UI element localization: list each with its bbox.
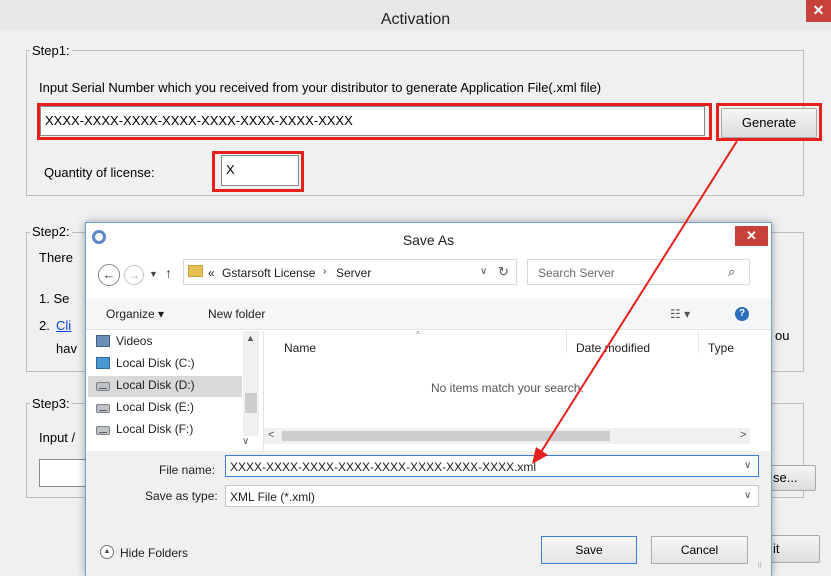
- command-bar: [86, 298, 771, 330]
- nav-item-local-disk-e[interactable]: Local Disk (E:): [116, 400, 194, 414]
- search-input[interactable]: Search Server: [538, 266, 615, 280]
- up-arrow-icon[interactable]: ↑: [165, 265, 172, 281]
- nav-item-local-disk-f[interactable]: Local Disk (F:): [116, 422, 193, 436]
- help-icon[interactable]: ?: [735, 307, 749, 321]
- breadcrumb-prefix: «: [208, 266, 215, 280]
- scroll-up-icon[interactable]: ▲: [246, 333, 255, 343]
- window-title: Activation: [380, 11, 451, 28]
- back-icon[interactable]: ←: [98, 264, 120, 286]
- address-dropdown-icon[interactable]: ∨: [480, 266, 487, 277]
- view-menu-button[interactable]: ☷ ▾: [670, 307, 690, 321]
- nav-item-videos[interactable]: Videos: [116, 334, 152, 348]
- new-folder-button[interactable]: New folder: [208, 307, 265, 321]
- hide-folders-button[interactable]: Hide Folders: [120, 546, 188, 560]
- nav-item-local-disk-d[interactable]: Local Disk (D:): [116, 378, 195, 392]
- file-name-label: File name:: [159, 463, 216, 477]
- file-list-hscrollbar[interactable]: < >: [264, 428, 750, 444]
- column-header-type[interactable]: Type: [708, 341, 734, 355]
- sort-arrow-icon: ^: [416, 330, 420, 339]
- scroll-left-icon[interactable]: <: [268, 429, 274, 441]
- drive-icon: [96, 426, 110, 435]
- step2-legend: Step2:: [30, 224, 72, 239]
- step2-item1: 1. Se: [39, 291, 70, 306]
- save-button[interactable]: Save: [541, 536, 637, 564]
- step2-text: There: [39, 250, 73, 265]
- step2-trailing-text: ou: [775, 328, 790, 343]
- folder-icon: [188, 265, 203, 277]
- exit-button[interactable]: it: [764, 535, 820, 563]
- generate-highlight-box: [716, 103, 822, 141]
- file-name-field[interactable]: XXXX-XXXX-XXXX-XXXX-XXXX-XXXX-XXXX-XXXX.…: [225, 455, 759, 477]
- system-disk-icon: [96, 357, 110, 369]
- window-close-button[interactable]: ✕: [806, 0, 831, 22]
- column-separator: [566, 331, 567, 353]
- save-as-type-select[interactable]: XML File (*.xml) ∨: [225, 485, 759, 507]
- quantity-highlight-box: [212, 151, 304, 192]
- nav-scrollbar[interactable]: ▲: [243, 331, 259, 436]
- hscrollbar-thumb[interactable]: [282, 431, 610, 441]
- save-as-type-value: XML File (*.xml): [230, 490, 315, 504]
- save-as-type-dropdown-icon[interactable]: ∨: [744, 490, 751, 501]
- quantity-label: Quantity of license:: [44, 165, 155, 180]
- scroll-right-icon[interactable]: >: [740, 429, 746, 441]
- breadcrumb-separator-icon: ›: [323, 266, 327, 277]
- resize-grip-icon[interactable]: ⠿: [757, 562, 762, 570]
- dialog-close-button[interactable]: ✕: [735, 226, 768, 246]
- save-as-dialog: Save As ✕ ← → ▼ ↑ « Gstarsoft License › …: [85, 222, 772, 576]
- search-icon[interactable]: ⌕: [728, 264, 735, 280]
- address-bar[interactable]: « Gstarsoft License › Server ∨ ↻: [183, 259, 517, 285]
- serial-highlight-box: [37, 103, 712, 140]
- forward-icon[interactable]: →: [124, 265, 144, 285]
- search-box[interactable]: Search Server ⌕: [527, 259, 750, 285]
- column-header-date[interactable]: Date modified: [576, 341, 650, 355]
- nav-item-local-disk-c[interactable]: Local Disk (C:): [116, 356, 195, 370]
- drive-icon: [96, 382, 110, 391]
- breadcrumb-server[interactable]: Server: [336, 266, 371, 280]
- refresh-icon[interactable]: ↻: [498, 264, 509, 280]
- column-header-name[interactable]: Name: [284, 341, 316, 355]
- nav-scroll-down-icon[interactable]: ∨: [242, 436, 249, 447]
- drive-icon: [96, 404, 110, 413]
- step1-legend: Step1:: [30, 43, 72, 58]
- navigation-pane: Videos Local Disk (C:) Local Disk (D:) L…: [86, 331, 263, 451]
- step3-text: Input /: [39, 430, 76, 445]
- nav-scrollbar-thumb[interactable]: [245, 393, 257, 413]
- organize-button[interactable]: Organize ▾: [106, 307, 164, 321]
- recent-dropdown-icon[interactable]: ▼: [149, 269, 158, 279]
- file-name-dropdown-icon[interactable]: ∨: [744, 460, 751, 471]
- step3-legend: Step3:: [30, 396, 72, 411]
- save-as-title: Save As: [402, 232, 455, 248]
- step1-instruction: Input Serial Number which you received f…: [39, 80, 602, 95]
- cancel-button[interactable]: Cancel: [651, 536, 748, 564]
- save-as-type-label: Save as type:: [145, 489, 218, 503]
- step2-item2-cont: hav: [56, 341, 77, 356]
- videos-icon: [96, 335, 110, 347]
- hide-folders-icon[interactable]: ▲: [100, 545, 114, 559]
- step2-click-link[interactable]: Cli: [56, 318, 71, 333]
- file-name-input[interactable]: XXXX-XXXX-XXXX-XXXX-XXXX-XXXX-XXXX-XXXX.…: [230, 460, 536, 474]
- column-separator: [698, 331, 699, 353]
- step2-item2-number: 2.: [39, 318, 50, 333]
- empty-folder-message: No items match your search.: [431, 381, 584, 395]
- breadcrumb-gstarsoft[interactable]: Gstarsoft License: [222, 266, 315, 280]
